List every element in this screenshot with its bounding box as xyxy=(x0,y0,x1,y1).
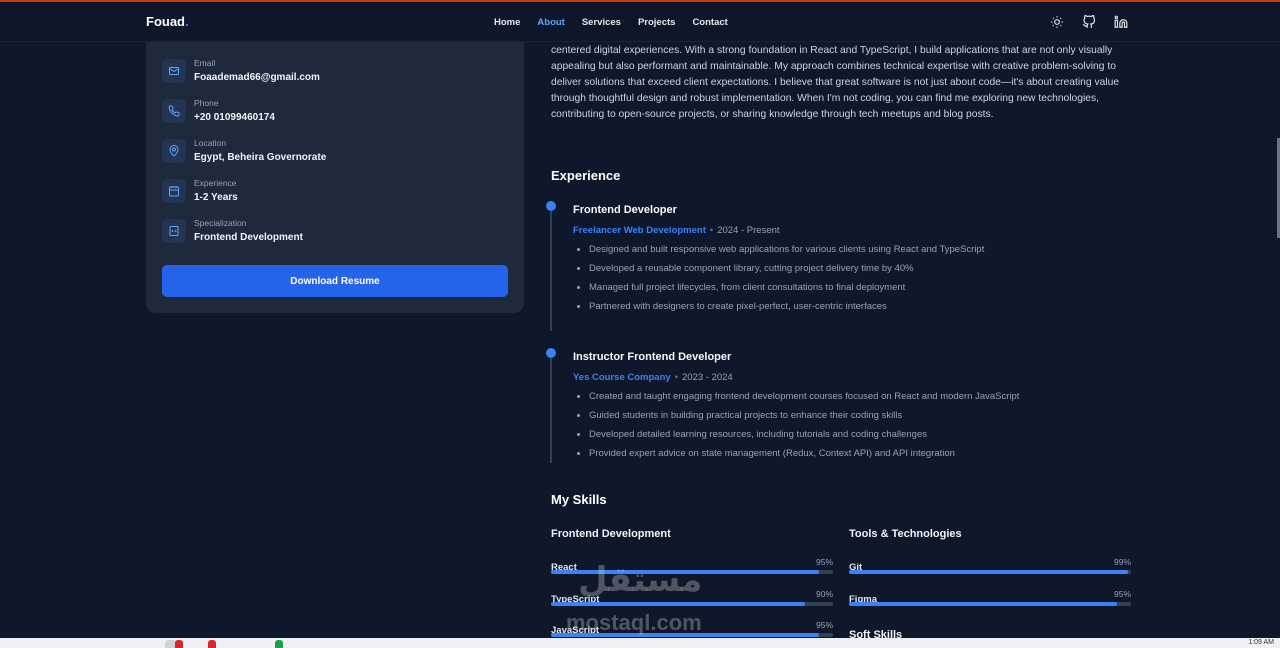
skill-percent: 95% xyxy=(815,620,833,630)
experience-heading: Experience xyxy=(551,168,621,183)
frontend-skills-heading: Frontend Development xyxy=(551,528,671,540)
tools-skills-heading: Tools & Technologies xyxy=(849,528,962,540)
taskbar-app-icon[interactable] xyxy=(208,640,216,648)
location-value: Egypt, Beheira Governorate xyxy=(194,152,327,163)
email-label: Email xyxy=(194,58,216,68)
calendar-icon xyxy=(162,178,186,203)
timeline-dot xyxy=(546,201,556,211)
job-bullet: Developed a reusable component library, … xyxy=(589,262,984,281)
job-meta: Yes Course Company • 2023 - 2024 xyxy=(573,372,733,383)
skill-bar-fill xyxy=(849,602,1117,606)
taskbar-clock: 1:09 AM xyxy=(1248,639,1274,646)
contact-experience: Experience 1-2 Years xyxy=(162,178,238,203)
download-resume-button[interactable]: Download Resume xyxy=(162,265,508,297)
job-company: Yes Course Company xyxy=(573,372,671,383)
skill-bar-fill xyxy=(849,570,1129,574)
job-bullet: Provided expert advice on state manageme… xyxy=(589,447,1019,466)
sun-icon[interactable] xyxy=(1050,15,1064,29)
job-period: 2023 - 2024 xyxy=(682,372,733,383)
contact-phone: Phone +20 01099460174 xyxy=(162,98,275,123)
email-value[interactable]: Foaademad66@gmail.com xyxy=(194,72,320,83)
skill-git: Git 99% xyxy=(849,557,1131,575)
phone-label: Phone xyxy=(194,98,219,108)
skill-bar xyxy=(551,602,833,606)
job-period: 2024 - Present xyxy=(717,225,780,236)
top-navbar: Fouad. Home About Services Projects Cont… xyxy=(0,0,1280,42)
location-label: Location xyxy=(194,138,227,148)
job-bullet: Created and taught engaging frontend dev… xyxy=(589,390,1019,409)
skill-percent: 90% xyxy=(815,589,833,599)
nav-about[interactable]: About xyxy=(537,17,564,28)
job-bullet: Designed and built responsive web applic… xyxy=(589,243,984,262)
skill-percent: 95% xyxy=(815,557,833,567)
header-actions xyxy=(1050,15,1128,29)
linkedin-icon[interactable] xyxy=(1114,15,1128,29)
skill-bar xyxy=(849,570,1131,574)
code-icon xyxy=(162,218,186,243)
job-bullets: Designed and built responsive web applic… xyxy=(589,243,984,319)
site-logo[interactable]: Fouad. xyxy=(146,14,189,29)
nav-services[interactable]: Services xyxy=(582,17,621,28)
taskbar-app-icon[interactable] xyxy=(175,640,183,648)
skills-heading: My Skills xyxy=(551,492,607,507)
contact-location: Location Egypt, Beheira Governorate xyxy=(162,138,326,163)
map-pin-icon xyxy=(162,138,186,163)
experience-value: 1-2 Years xyxy=(194,192,238,203)
job-bullet: Managed full project lifecycles, from cl… xyxy=(589,281,984,300)
job-company: Freelancer Web Development xyxy=(573,225,706,236)
skill-percent: 95% xyxy=(1113,589,1131,599)
job-title: Instructor Frontend Developer xyxy=(573,351,732,363)
profile-card: Email Foaademad66@gmail.com Phone +20 0109… xyxy=(146,16,524,313)
timeline-line xyxy=(550,211,552,331)
skill-percent: 99% xyxy=(1113,557,1131,567)
skill-bar-fill xyxy=(551,602,805,606)
job-bullet: Guided students in building practical pr… xyxy=(589,409,1019,428)
watermark-latin: mostaql.com xyxy=(566,610,702,635)
timeline-line xyxy=(550,358,552,463)
nav-contact[interactable]: Contact xyxy=(692,17,727,28)
nav-home[interactable]: Home xyxy=(494,17,520,28)
job-meta: Freelancer Web Development • 2024 - Presen… xyxy=(573,225,780,236)
experience-label: Experience xyxy=(194,178,237,188)
skill-bar xyxy=(849,602,1131,606)
nav-projects[interactable]: Projects xyxy=(638,17,676,28)
timeline-dot xyxy=(546,348,556,358)
contact-specialization: Specialization Frontend Development xyxy=(162,218,303,243)
os-taskbar: 1:09 AM xyxy=(0,638,1280,648)
phone-icon xyxy=(162,98,186,123)
specialization-label: Specialization xyxy=(194,218,247,228)
contact-email: Email Foaademad66@gmail.com xyxy=(162,58,320,83)
skill-figma: Figma 95% xyxy=(849,589,1131,607)
job-bullet: Developed detailed learning resources, i… xyxy=(589,428,1019,447)
github-icon[interactable] xyxy=(1082,15,1096,29)
watermark-arabic: مستقل xyxy=(578,560,703,600)
specialization-value: Frontend Development xyxy=(194,232,303,243)
job-title: Frontend Developer xyxy=(573,204,677,216)
bio-text: centered digital experiences. With a str… xyxy=(551,45,1120,120)
job-bullets: Created and taught engaging frontend dev… xyxy=(589,390,1019,466)
main-nav: Home About Services Projects Contact xyxy=(494,17,728,28)
taskbar-app-icon[interactable] xyxy=(275,640,283,648)
job-bullet: Partnered with designers to create pixel… xyxy=(589,300,984,319)
mail-icon xyxy=(162,58,186,83)
phone-value[interactable]: +20 01099460174 xyxy=(194,112,275,123)
